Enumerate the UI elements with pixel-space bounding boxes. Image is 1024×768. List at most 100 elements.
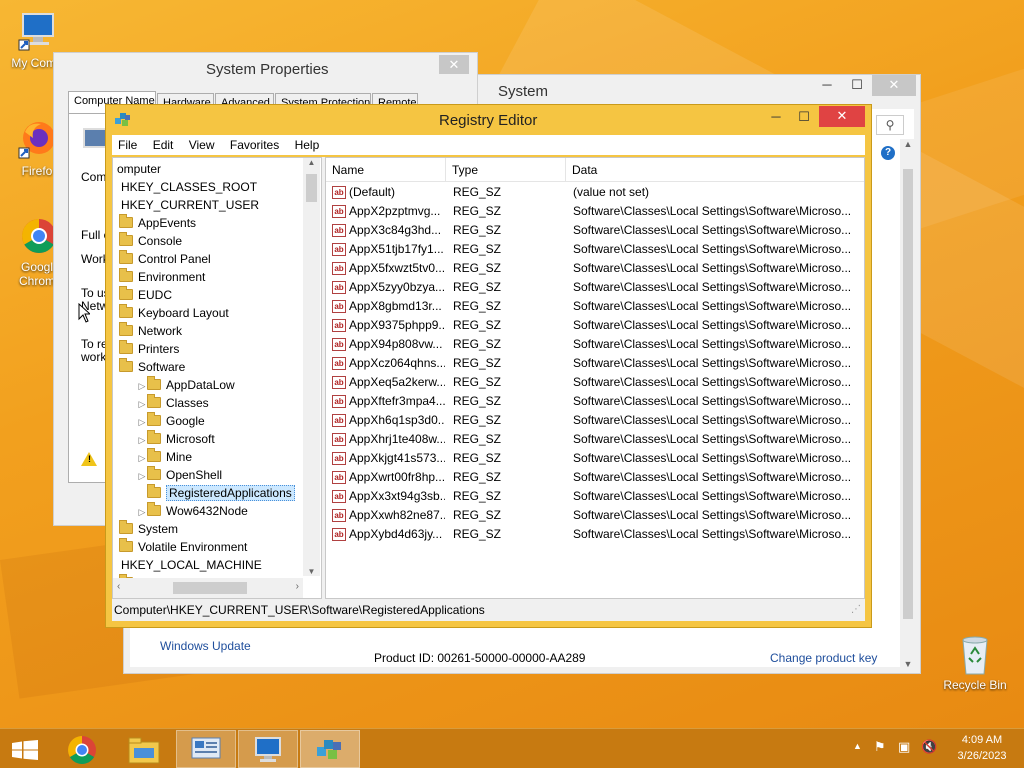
search-icon[interactable]: ⚲ — [876, 115, 904, 135]
tree-node[interactable]: ▷ Mine — [137, 448, 192, 466]
expand-arrow-icon[interactable]: ▷ — [137, 503, 147, 521]
clock-time[interactable]: 4:09 AM — [958, 734, 1006, 746]
tree-node[interactable]: HKEY_CURRENT_USER — [117, 196, 259, 214]
tree-node[interactable]: HKEY_CLASSES_ROOT — [117, 178, 257, 196]
scroll-down-icon[interactable]: ▼ — [303, 567, 320, 576]
value-row[interactable]: ab AppX3c84g3hd... REG_SZ Software\Classes\… — [326, 221, 864, 240]
menu-favorites[interactable]: Favorites — [224, 135, 285, 155]
taskbar-file-explorer[interactable] — [114, 730, 174, 768]
value-row[interactable]: ab AppXybd4d63jy... REG_SZ Software\Classes… — [326, 525, 864, 544]
menu-help[interactable]: Help — [289, 135, 326, 155]
column-name[interactable]: Name — [326, 158, 446, 182]
taskbar-registry-editor[interactable] — [300, 730, 360, 768]
tree-node[interactable]: HKEY_LOCAL_MACHINE — [117, 556, 262, 574]
sysprop-titlebar[interactable]: System Properties ✕ — [54, 53, 477, 83]
value-row[interactable]: ab AppX8gbmd13r... REG_SZ Software\Classes\… — [326, 297, 864, 316]
resize-grip-icon[interactable]: ⋰ — [851, 599, 861, 621]
value-row[interactable]: ab (Default) REG_SZ (value not set) — [326, 183, 864, 202]
tree-node[interactable]: ▷ Microsoft — [137, 430, 215, 448]
scroll-left-icon[interactable]: ‹ — [117, 581, 120, 592]
tree-node[interactable]: System — [119, 520, 178, 538]
windows-update-link[interactable]: Windows Update — [160, 639, 251, 653]
help-icon[interactable]: ? — [881, 146, 895, 160]
value-row[interactable]: ab AppXeq5a2kerw... REG_SZ Software\Classes… — [326, 373, 864, 392]
maximize-button[interactable]: ☐ — [842, 75, 872, 96]
tree-node[interactable]: ▷ AppDataLow — [137, 376, 235, 394]
value-row[interactable]: ab AppXxwh82ne87... REG_SZ Software\Classes… — [326, 506, 864, 525]
network-icon[interactable]: ▣ — [898, 739, 910, 755]
taskbar-chrome[interactable] — [52, 730, 112, 768]
expand-arrow-icon[interactable]: ▷ — [137, 377, 147, 395]
volume-muted-icon[interactable]: 🔇 — [921, 739, 937, 755]
close-button[interactable]: ✕ — [819, 106, 865, 127]
scroll-up-icon[interactable]: ▲ — [303, 158, 320, 172]
expand-arrow-icon[interactable]: ▷ — [137, 395, 147, 413]
scroll-down-icon[interactable]: ▼ — [900, 659, 916, 669]
value-row[interactable]: ab AppXwrt00fr8hp... REG_SZ Software\Classe… — [326, 468, 864, 487]
scroll-thumb[interactable] — [173, 582, 247, 594]
scroll-right-icon[interactable]: › — [296, 581, 299, 592]
minimize-button[interactable]: ─ — [761, 107, 791, 128]
column-type[interactable]: Type — [446, 158, 566, 182]
regedit-titlebar[interactable]: Registry Editor ─ ☐ ✕ — [106, 105, 871, 135]
value-row[interactable]: ab AppXhrj1te408w... REG_SZ Software\Classe… — [326, 430, 864, 449]
expand-arrow-icon[interactable]: ▷ — [137, 467, 147, 485]
desktop-icon-recycle-bin[interactable]: Recycle Bin — [940, 632, 1010, 692]
expand-arrow-icon[interactable]: ▷ — [137, 449, 147, 467]
start-button[interactable] — [0, 730, 50, 768]
tree-node[interactable]: Environment — [119, 268, 205, 286]
minimize-button[interactable]: ─ — [812, 75, 842, 96]
menu-file[interactable]: File — [112, 135, 143, 155]
tree-node[interactable]: Network — [119, 322, 182, 340]
maximize-button[interactable]: ☐ — [789, 107, 819, 128]
value-row[interactable]: ab AppXftefr3mpa4... REG_SZ Software\Classe… — [326, 392, 864, 411]
value-row[interactable]: ab AppX2pzptmvg... REG_SZ Software\Classes\… — [326, 202, 864, 221]
tree-node[interactable]: Keyboard Layout — [119, 304, 229, 322]
value-row[interactable]: ab AppX5zyy0bzya... REG_SZ Software\Classes… — [326, 278, 864, 297]
value-row[interactable]: ab AppXh6q1sp3d0... REG_SZ Software\Classes… — [326, 411, 864, 430]
value-row[interactable]: ab AppXcz064qhns... REG_SZ Software\Classes… — [326, 354, 864, 373]
expand-arrow-icon[interactable]: ▷ — [137, 431, 147, 449]
tree-node[interactable]: Volatile Environment — [119, 538, 247, 556]
registry-tree[interactable]: BCD00000000HKEY_LOCAL_MACHINEVolatile En… — [112, 157, 322, 599]
column-data[interactable]: Data — [566, 158, 862, 182]
tree-node[interactable]: Printers — [119, 340, 179, 358]
tree-node[interactable]: AppEvents — [119, 214, 196, 232]
value-row[interactable]: ab AppXkjgt41s573... REG_SZ Software\Classe… — [326, 449, 864, 468]
tree-vertical-scrollbar[interactable]: ▲ ▼ — [303, 158, 320, 576]
clock-date[interactable]: 3/26/2023 — [953, 750, 1011, 762]
menu-edit[interactable]: Edit — [147, 135, 180, 155]
registry-editor-window[interactable]: Registry Editor ─ ☐ ✕ File Edit View Fav… — [105, 104, 872, 628]
tree-node[interactable]: omputer — [117, 160, 161, 178]
scroll-thumb[interactable] — [306, 174, 317, 202]
registry-values-list[interactable]: Name Type Data ab (Default) REG_SZ (value n… — [325, 157, 865, 599]
scroll-thumb[interactable] — [903, 169, 913, 619]
tree-horizontal-scrollbar[interactable]: ‹ › — [113, 578, 303, 598]
value-row[interactable]: ab AppXx3xt94g3sb... REG_SZ Software\Classe… — [326, 487, 864, 506]
taskbar-system-properties[interactable] — [176, 730, 236, 768]
close-button[interactable]: ✕ — [872, 75, 916, 96]
tree-node[interactable]: ▷ Classes — [137, 394, 209, 412]
change-product-key-link[interactable]: Change product key — [770, 651, 877, 665]
show-hidden-icons-icon[interactable]: ▲ — [853, 741, 862, 751]
value-row[interactable]: ab AppX51tjb17fy1... REG_SZ Software\Classe… — [326, 240, 864, 259]
close-button[interactable]: ✕ — [439, 55, 469, 74]
action-center-flag-icon[interactable]: ⚑ — [874, 739, 886, 755]
value-name: AppX5fxwzt5tv0... — [349, 261, 445, 275]
tree-node[interactable]: ▷ Wow6432Node — [137, 502, 248, 520]
tree-node[interactable]: ▷ OpenShell — [137, 466, 222, 484]
tree-node[interactable]: Software — [119, 358, 185, 376]
menu-view[interactable]: View — [183, 135, 221, 155]
value-row[interactable]: ab AppX9375phpp9... REG_SZ Software\Classes… — [326, 316, 864, 335]
tree-node[interactable]: Console — [119, 232, 182, 250]
value-row[interactable]: ab AppX94p808vw... REG_SZ Software\Classes\… — [326, 335, 864, 354]
expand-arrow-icon[interactable]: ▷ — [137, 413, 147, 431]
tree-node[interactable]: Control Panel — [119, 250, 211, 268]
tree-node[interactable]: ▷ Google — [137, 412, 205, 430]
tree-node[interactable]: EUDC — [119, 286, 172, 304]
scroll-up-icon[interactable]: ▲ — [900, 139, 916, 149]
taskbar-system[interactable] — [238, 730, 298, 768]
value-row[interactable]: ab AppX5fxwzt5tv0... REG_SZ Software\Classe… — [326, 259, 864, 278]
vertical-scrollbar[interactable]: ▲ ▼ — [900, 139, 916, 669]
tree-node[interactable]: RegisteredApplications — [137, 484, 295, 502]
